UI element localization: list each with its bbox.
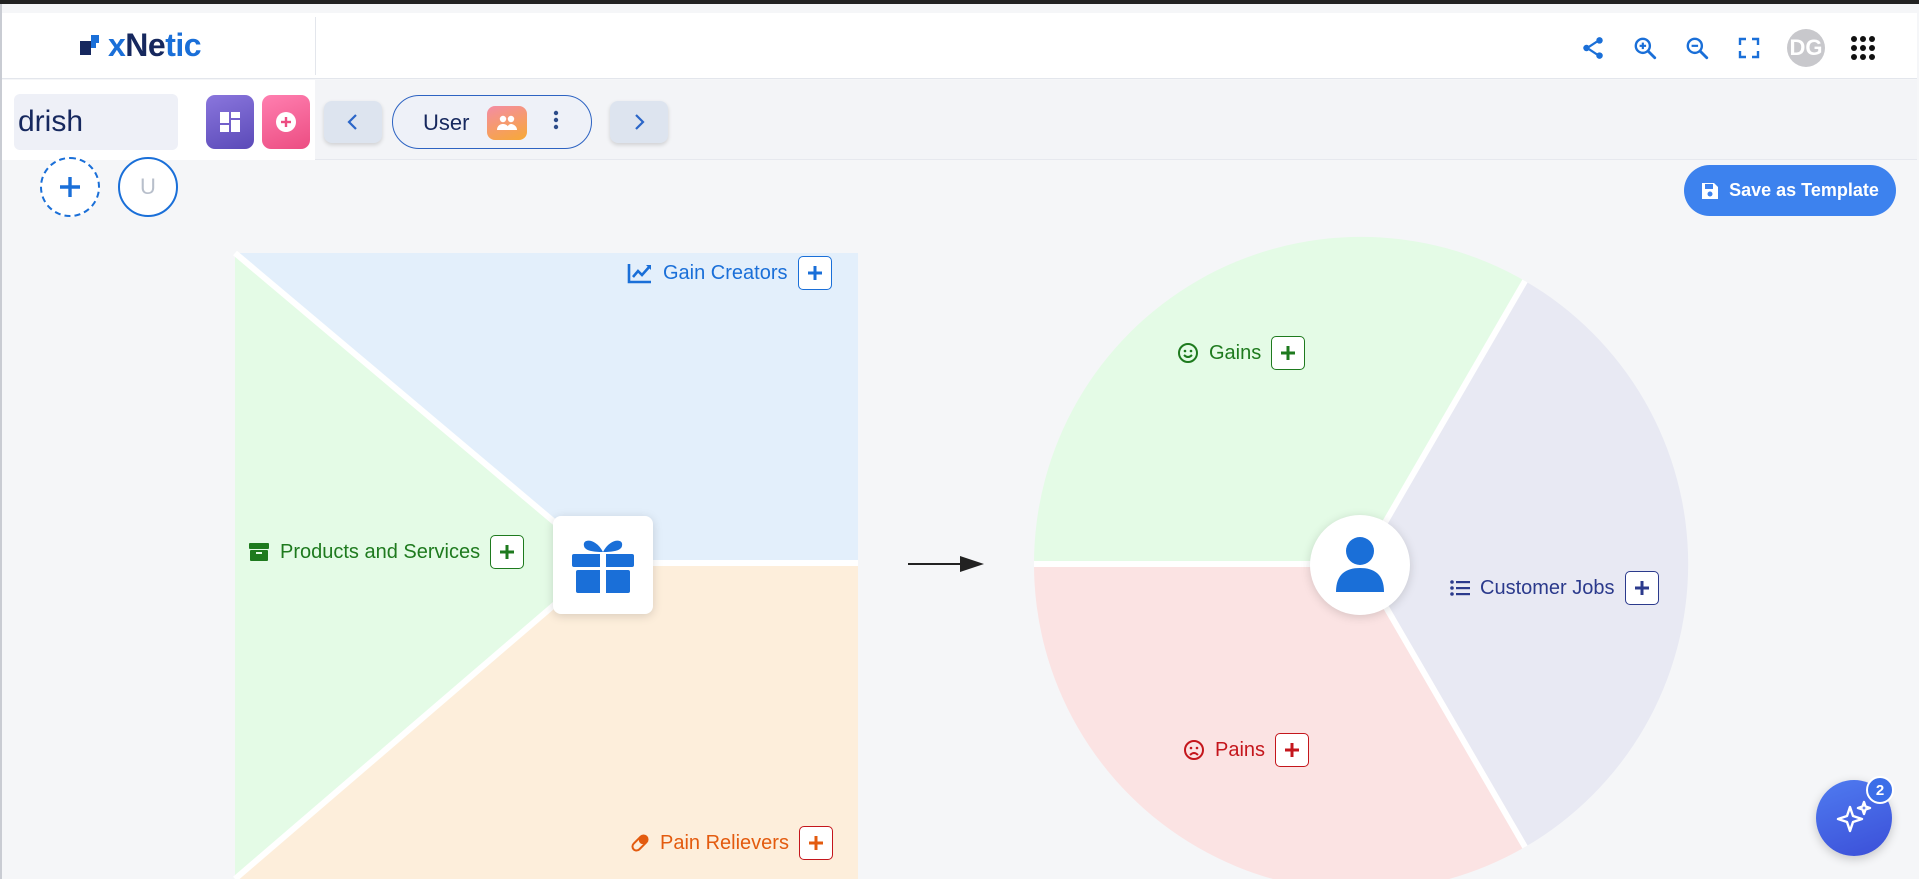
add-gain-creator-button[interactable] bbox=[797, 256, 832, 290]
gain-creators-label-group: Gain Creators bbox=[627, 256, 832, 290]
arrow-connector bbox=[908, 556, 984, 572]
customer-jobs-label-group: Customer Jobs bbox=[1450, 571, 1659, 605]
sparkles-icon bbox=[1836, 800, 1872, 833]
customer-jobs-label: Customer Jobs bbox=[1480, 576, 1615, 599]
add-pain-reliever-button[interactable] bbox=[798, 826, 833, 860]
frown-icon bbox=[1184, 740, 1204, 760]
gain-creators-label: Gain Creators bbox=[663, 261, 788, 284]
user-icon bbox=[1310, 515, 1410, 615]
value-proposition-canvas bbox=[233, 236, 1689, 879]
gift-icon bbox=[553, 516, 653, 614]
pain-relievers-label: Pain Relievers bbox=[660, 831, 789, 854]
pains-label-group: Pains bbox=[1183, 733, 1310, 767]
list-icon bbox=[1450, 580, 1470, 596]
products-services-label: Products and Services bbox=[280, 540, 481, 563]
box-icon bbox=[249, 543, 269, 561]
notification-count-badge: 2 bbox=[1866, 776, 1894, 804]
pains-label: Pains bbox=[1215, 738, 1266, 761]
add-product-service-button[interactable] bbox=[490, 535, 525, 569]
chart-line-icon bbox=[627, 264, 651, 284]
add-pain-button[interactable] bbox=[1275, 733, 1310, 767]
add-customer-job-button[interactable] bbox=[1624, 571, 1659, 605]
products-services-label-group: Products and Services bbox=[248, 535, 525, 569]
pain-relievers-label-group: Pain Relievers bbox=[630, 826, 833, 860]
pill-icon bbox=[631, 834, 649, 852]
smile-icon bbox=[1178, 343, 1198, 363]
gains-label: Gains bbox=[1209, 341, 1262, 364]
gains-label-group: Gains bbox=[1177, 336, 1306, 370]
add-gain-button[interactable] bbox=[1271, 336, 1306, 370]
